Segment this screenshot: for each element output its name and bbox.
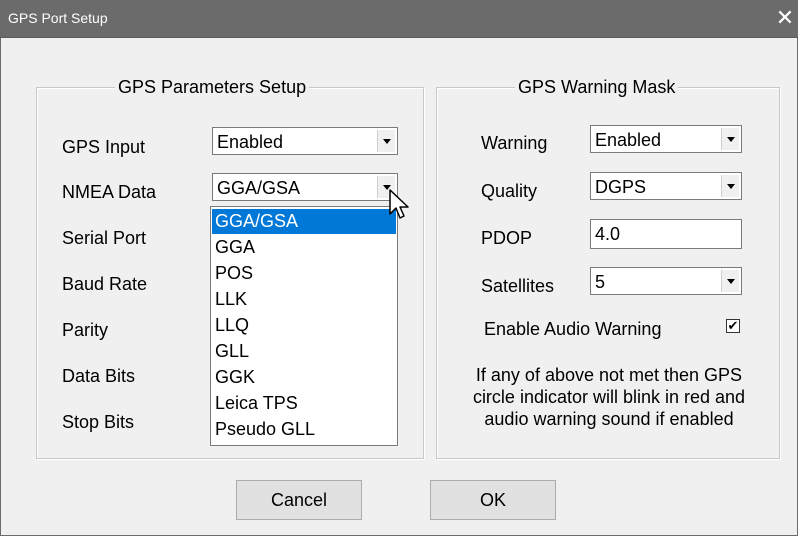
cancel-button[interactable]: Cancel — [236, 480, 362, 520]
satellites-select[interactable]: 5 — [590, 267, 742, 295]
pdop-label: PDOP — [481, 228, 533, 248]
nmea-data-value: GGA/GSA — [217, 178, 301, 198]
chevron-down-icon[interactable] — [377, 130, 395, 152]
gps-input-value: Enabled — [217, 132, 284, 152]
chevron-down-icon[interactable] — [721, 270, 739, 292]
list-item[interactable]: LLK — [212, 287, 396, 312]
list-item[interactable]: POS — [212, 261, 396, 286]
note-line: circle indicator will blink in red and — [472, 387, 746, 407]
baud-rate-label: Baud Rate — [62, 274, 148, 294]
data-bits-label: Data Bits — [62, 366, 136, 386]
gps-input-select[interactable]: Enabled — [212, 127, 398, 155]
satellites-value: 5 — [595, 272, 606, 292]
list-item[interactable]: Pseudo GLL — [212, 417, 396, 442]
warning-label: Warning — [481, 133, 548, 153]
parity-label: Parity — [62, 320, 109, 340]
serial-port-label: Serial Port — [62, 228, 147, 248]
note-line: If any of above not met then GPS — [475, 365, 743, 385]
quality-label: Quality — [481, 181, 538, 201]
list-item[interactable]: GGA — [212, 235, 396, 260]
gps-warning-mask-title: GPS Warning Mask — [515, 77, 679, 97]
nmea-data-label: NMEA Data — [62, 182, 157, 202]
warning-note: If any of above not met then GPS circle … — [443, 364, 775, 430]
enable-audio-warning-label: Enable Audio Warning — [484, 319, 662, 339]
list-item[interactable]: GGK — [212, 365, 396, 390]
nmea-data-select[interactable]: GGA/GSA — [212, 173, 398, 201]
ok-button[interactable]: OK — [430, 480, 556, 520]
note-line: audio warning sound if enabled — [484, 409, 734, 429]
quality-value: DGPS — [595, 177, 647, 197]
gps-input-label: GPS Input — [62, 137, 146, 157]
stop-bits-label: Stop Bits — [62, 412, 135, 432]
window-title: GPS Port Setup — [8, 10, 108, 26]
gps-parameters-title: GPS Parameters Setup — [115, 77, 310, 97]
warning-select[interactable]: Enabled — [590, 125, 742, 153]
list-item[interactable]: LLQ — [212, 313, 396, 338]
list-item[interactable]: GGA/GSA — [212, 209, 396, 234]
chevron-down-icon[interactable] — [721, 175, 739, 197]
chevron-down-icon[interactable] — [721, 128, 739, 150]
close-icon[interactable]: ✕ — [774, 6, 796, 30]
pdop-field[interactable]: 4.0 — [590, 219, 742, 249]
list-item[interactable]: GLL — [212, 339, 396, 364]
pdop-value: 4.0 — [595, 224, 621, 244]
warning-value: Enabled — [595, 130, 662, 150]
nmea-data-dropdown-list: GGA/GSA GGA POS LLK LLQ GLL GGK Leica TP… — [210, 206, 398, 446]
title-bar: GPS Port Setup ✕ — [0, 0, 798, 38]
list-item[interactable]: Leica TPS — [212, 391, 396, 416]
enable-audio-warning-checkbox[interactable]: ✔ — [726, 319, 740, 333]
quality-select[interactable]: DGPS — [590, 172, 742, 200]
checkmark-icon: ✔ — [727, 318, 739, 333]
mouse-pointer-icon — [389, 189, 409, 219]
satellites-label: Satellites — [481, 276, 555, 296]
